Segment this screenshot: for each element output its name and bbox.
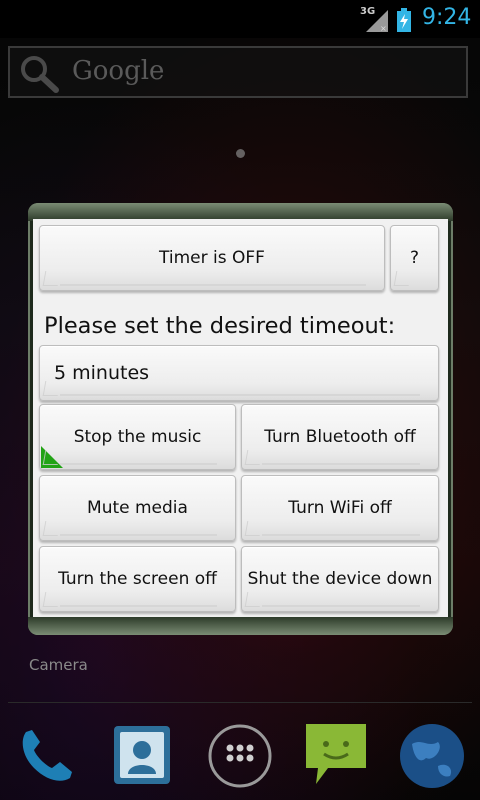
- screen-off-toggle[interactable]: Turn the screen off: [39, 546, 236, 612]
- search-icon: [21, 56, 59, 93]
- status-bar: 3G × 9:24: [0, 0, 480, 38]
- sleep-timer-dialog: Timer is OFF ? Please set the desired ti…: [28, 203, 453, 635]
- help-button[interactable]: ?: [390, 225, 439, 291]
- dock-divider: [8, 702, 472, 703]
- messaging-icon[interactable]: [302, 718, 370, 790]
- mute-media-toggle[interactable]: Mute media: [39, 475, 236, 541]
- browser-icon[interactable]: [398, 718, 466, 790]
- svg-text:×: ×: [380, 24, 387, 32]
- bluetooth-off-toggle[interactable]: Turn Bluetooth off: [241, 404, 439, 470]
- stop-music-toggle[interactable]: Stop the music: [39, 404, 236, 470]
- contacts-icon[interactable]: [108, 718, 176, 790]
- app-drawer-icon[interactable]: [206, 718, 274, 790]
- signal-icon: ×: [366, 10, 388, 32]
- battery-charging-icon: [397, 8, 411, 32]
- timer-toggle-button[interactable]: Timer is OFF: [39, 225, 385, 291]
- bluetooth-off-label: Turn Bluetooth off: [264, 427, 416, 447]
- wifi-off-toggle[interactable]: Turn WiFi off: [241, 475, 439, 541]
- dialog-content: Timer is OFF ? Please set the desired ti…: [33, 219, 448, 620]
- stop-music-label: Stop the music: [73, 427, 202, 447]
- phone-icon[interactable]: [12, 718, 80, 790]
- search-placeholder: Google: [72, 56, 165, 86]
- dialog-bottom-bar: [28, 617, 453, 635]
- wallpaper-dot: [236, 149, 245, 158]
- timeout-heading: Please set the desired timeout:: [44, 313, 396, 339]
- timer-toggle-label: Timer is OFF: [159, 248, 265, 268]
- screen-off-label: Turn the screen off: [58, 569, 217, 589]
- google-search-bar[interactable]: Google: [8, 46, 468, 98]
- timeout-selector[interactable]: 5 minutes: [39, 345, 439, 401]
- shutdown-label: Shut the device down: [247, 569, 433, 589]
- wifi-off-label: Turn WiFi off: [288, 498, 392, 518]
- mute-media-label: Mute media: [87, 498, 188, 518]
- camera-shortcut-label[interactable]: Camera: [29, 656, 88, 674]
- clock: 9:24: [422, 5, 472, 30]
- shutdown-toggle[interactable]: Shut the device down: [241, 546, 439, 612]
- timeout-value: 5 minutes: [54, 362, 150, 384]
- help-button-label: ?: [409, 248, 420, 268]
